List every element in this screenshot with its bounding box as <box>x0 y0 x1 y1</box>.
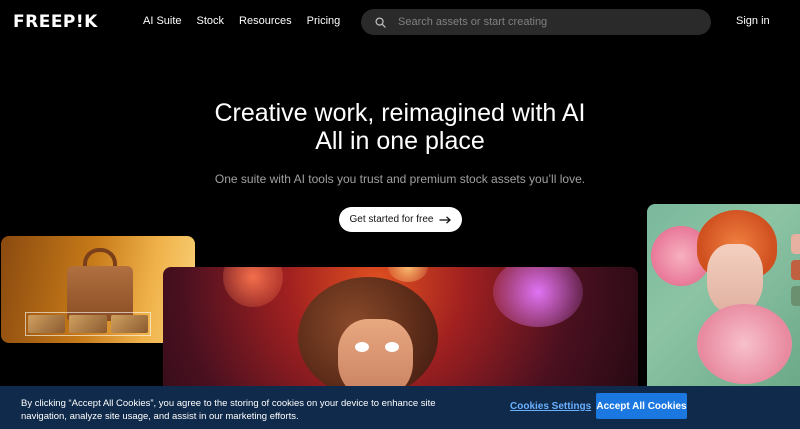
search-bar[interactable] <box>361 9 711 35</box>
freepik-logo[interactable]: FREEP!K <box>13 12 98 32</box>
cookies-settings-link[interactable]: Cookies Settings <box>510 401 591 412</box>
thumbnail <box>28 315 66 333</box>
search-input[interactable] <box>398 16 698 28</box>
cookie-message: By clicking “Accept All Cookies”, you ag… <box>21 398 436 422</box>
thumbnail-strip <box>25 312 151 336</box>
stage-light <box>223 267 283 307</box>
stage-light <box>388 267 428 282</box>
nav-resources[interactable]: Resources <box>239 15 292 27</box>
flower-graphic <box>697 304 792 384</box>
color-swatch <box>791 286 800 306</box>
thumbnail <box>110 315 148 333</box>
main-nav: AI Suite Stock Resources Pricing <box>143 15 340 27</box>
search-icon <box>375 16 386 28</box>
get-started-label: Get started for free <box>349 214 434 225</box>
portrait-image-card[interactable] <box>647 204 800 394</box>
hero-title-line1: Creative work, reimagined with AI <box>214 99 586 127</box>
character-eye <box>385 342 399 352</box>
get-started-button[interactable]: Get started for free <box>339 207 462 232</box>
stage-light <box>493 267 583 327</box>
thumbnail <box>69 315 107 333</box>
hero-subtitle: One suite with AI tools you trust and pr… <box>214 172 586 186</box>
top-header: FREEP!K AI Suite Stock Resources Pricing… <box>0 0 800 44</box>
nav-ai-suite[interactable]: AI Suite <box>143 15 182 27</box>
nav-stock[interactable]: Stock <box>197 15 225 27</box>
color-swatch <box>791 260 800 280</box>
portrait-face <box>707 244 763 314</box>
character-eye <box>355 342 369 352</box>
arrow-right-icon <box>439 215 452 224</box>
nav-pricing[interactable]: Pricing <box>307 15 341 27</box>
hero-title-line2: All in one place <box>315 127 485 155</box>
color-swatch <box>791 234 800 254</box>
accept-all-cookies-button[interactable]: Accept All Cookies <box>596 393 687 419</box>
sign-in-link[interactable]: Sign in <box>736 15 770 27</box>
